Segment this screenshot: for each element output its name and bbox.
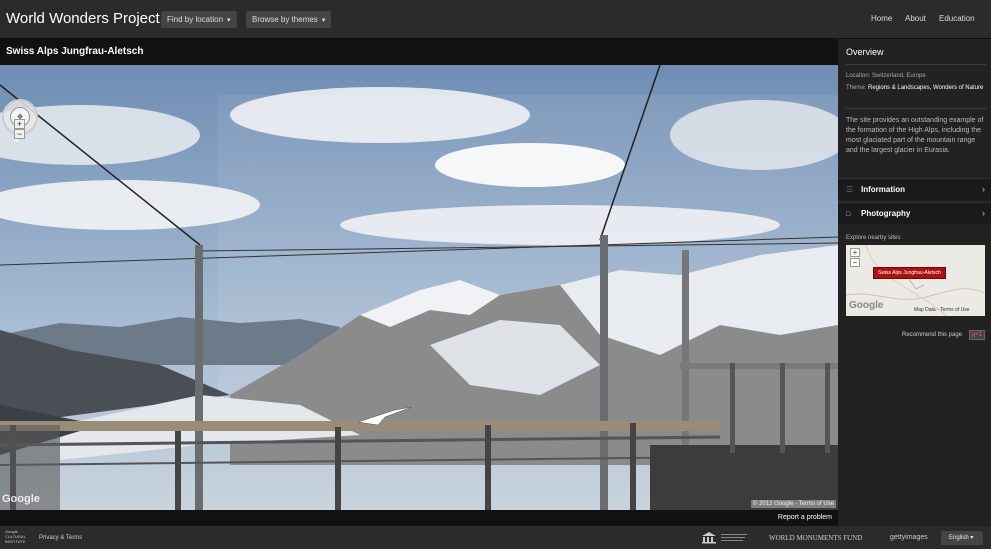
cultural-institute-logo[interactable]: Google CULTURAL INSTITUTE: [5, 529, 26, 544]
nav-education-link[interactable]: Education: [939, 14, 975, 23]
map-site-pin[interactable]: Swiss Alps Jungfrau-Aletsch: [873, 267, 946, 279]
location-label: Location:: [846, 73, 871, 79]
camera-icon: ◘: [846, 209, 851, 218]
unesco-icon: [702, 532, 747, 544]
chevron-right-icon: ›: [982, 184, 985, 194]
getty-logo[interactable]: gettyimages: [890, 534, 928, 541]
panorama-image[interactable]: [0, 65, 838, 510]
chevron-down-icon: ▾: [970, 535, 974, 541]
footer-bar: Google CULTURAL INSTITUTE Privacy & Term…: [0, 526, 991, 549]
copyright-notice[interactable]: © 2012 Google - Terms of Use: [750, 500, 836, 508]
language-select[interactable]: English ▾: [941, 531, 983, 545]
browse-by-themes-button[interactable]: Browse by themes ▾: [246, 11, 332, 28]
nav-home-link[interactable]: Home: [871, 14, 892, 23]
theme-value[interactable]: Regions & Landscapes, Wonders of Nature: [868, 85, 983, 91]
viewer-title-bar: Swiss Alps Jungfrau-Aletsch: [0, 39, 838, 65]
find-by-location-button[interactable]: Find by location ▾: [161, 11, 237, 28]
list-icon: ☰: [846, 185, 854, 194]
wmf-label: WORLD MONUMENTS FUND: [769, 534, 863, 542]
top-header: World Wonders Project Find by location ▾ …: [0, 0, 991, 39]
overview-sidebar: Overview Location: Switzerland, Europe T…: [838, 39, 991, 526]
theme-label: Theme:: [846, 85, 867, 91]
nearby-sites-label: Explore nearby sites: [846, 235, 901, 241]
divider: [846, 108, 986, 109]
report-bar: Report a problem: [0, 510, 838, 526]
site-title: Swiss Alps Jungfrau-Aletsch: [6, 46, 144, 57]
map-data-link[interactable]: Map Data: [914, 307, 936, 313]
nav-about-link[interactable]: About: [905, 14, 926, 23]
information-accordion[interactable]: ☰ Information ›: [838, 178, 991, 200]
divider: [846, 64, 986, 65]
report-problem-link[interactable]: Report a problem: [778, 514, 832, 521]
location-value: Switzerland, Europe: [872, 73, 926, 79]
privacy-terms-link[interactable]: Privacy & Terms: [39, 535, 82, 541]
map-google-logo: Google: [849, 300, 884, 311]
site-description: The site provides an outstanding example…: [846, 117, 984, 154]
wmf-logo[interactable]: WORLD MONUMENTS FUND: [769, 534, 862, 542]
google-plus-button[interactable]: g+1: [969, 330, 985, 340]
nearby-map[interactable]: + − Swiss Alps Jungfrau-Aletsch Google M…: [846, 245, 985, 316]
recommend-label: Recommend this page: [902, 332, 963, 338]
browse-by-themes-label: Browse by themes: [252, 15, 318, 24]
panorama-view[interactable]: ✥ N + − Google © 2012 Google - Terms of …: [0, 65, 838, 510]
language-value: English: [949, 535, 969, 541]
chevron-right-icon: ›: [982, 208, 985, 218]
information-label: Information: [861, 185, 905, 194]
chevron-down-icon: ▾: [227, 17, 231, 24]
map-zoom-out-button[interactable]: −: [850, 258, 860, 267]
photography-accordion[interactable]: ◘ Photography ›: [838, 202, 991, 224]
map-terms-link[interactable]: Terms of Use: [940, 307, 969, 313]
theme-meta: Theme: Regions & Landscapes, Wonders of …: [846, 84, 984, 93]
overview-heading: Overview: [846, 47, 884, 57]
google-logo: Google: [2, 493, 40, 505]
photography-label: Photography: [861, 209, 911, 218]
chevron-down-icon: ▾: [321, 17, 326, 24]
location-meta: Location: Switzerland, Europe: [846, 72, 984, 81]
unesco-logo[interactable]: [701, 531, 749, 546]
map-attribution: Map Data - Terms of Use: [914, 307, 970, 313]
zoom-out-button[interactable]: −: [14, 129, 25, 139]
find-by-location-label: Find by location: [167, 15, 224, 24]
street-view-panel: Swiss Alps Jungfrau-Aletsch ✥ N + − Goog…: [0, 39, 838, 526]
gci-line-3: INSTITUTE: [5, 539, 26, 544]
brand-title[interactable]: World Wonders Project: [6, 10, 160, 27]
zoom-in-button[interactable]: +: [14, 119, 25, 129]
map-zoom-in-button[interactable]: +: [850, 248, 860, 257]
